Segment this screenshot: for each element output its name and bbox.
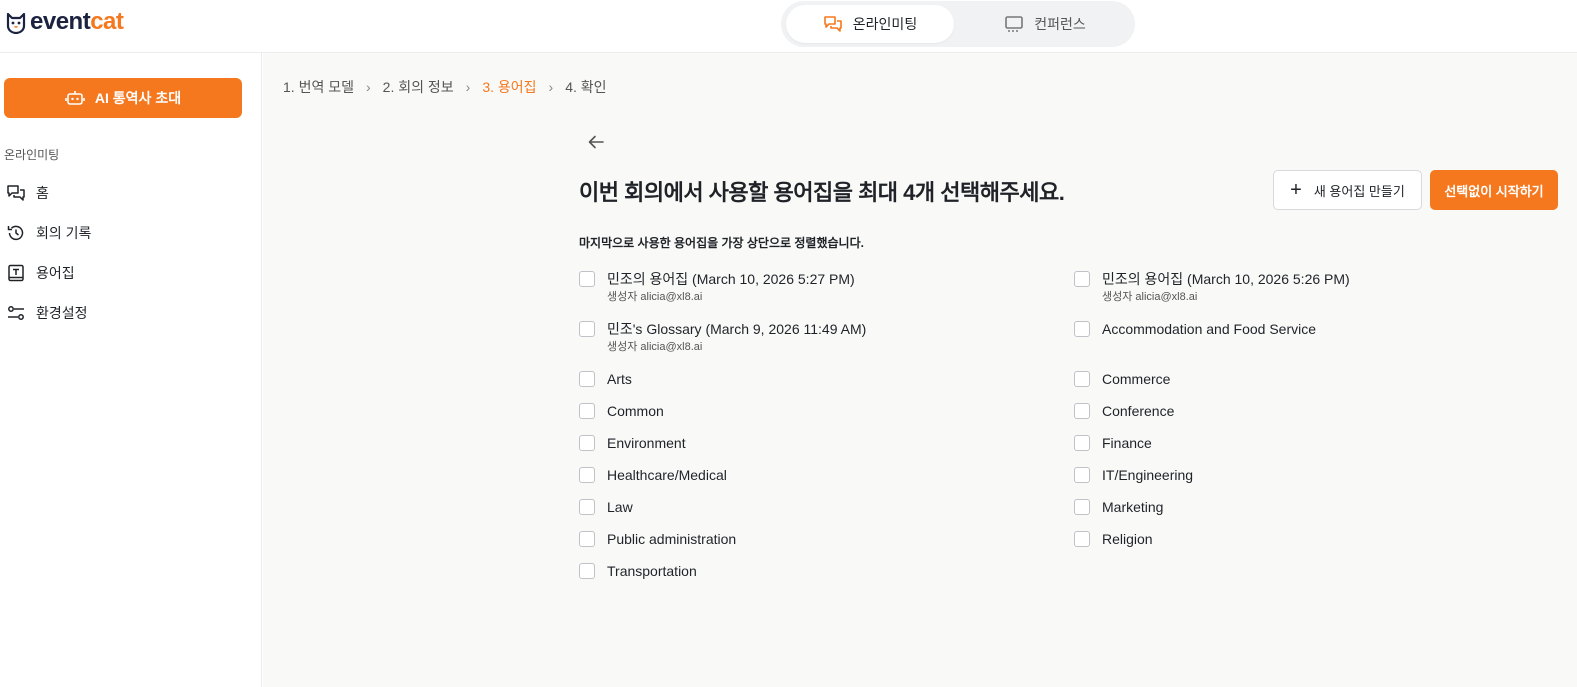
mode-conference-label: 컨퍼런스 — [1034, 16, 1086, 32]
sidebar-section-title: 온라인미팅 — [4, 148, 60, 162]
back-arrow-icon[interactable] — [585, 131, 607, 153]
chevron-right-icon: › — [465, 79, 471, 95]
glossary-checkbox[interactable] — [579, 563, 595, 579]
glossary-option[interactable]: 민조's Glossary (March 9, 2026 11:49 AM) 생성… — [579, 319, 866, 354]
chat-bubbles-icon — [7, 185, 25, 201]
glossary-option[interactable]: Law — [579, 497, 633, 517]
start-without-selection-button[interactable]: 선택없이 시작하기 — [1430, 170, 1558, 210]
breadcrumb-step-1[interactable]: 1. 번역 모델 — [283, 77, 354, 97]
sidebar-item-label: 환경설정 — [36, 305, 88, 321]
glossary-name: Accommodation and Food Service — [1102, 321, 1316, 337]
glossary-option[interactable]: Finance — [1074, 433, 1152, 453]
glossary-option[interactable]: Environment — [579, 433, 686, 453]
glossary-option[interactable]: Marketing — [1074, 497, 1163, 517]
glossary-option[interactable]: Accommodation and Food Service — [1074, 319, 1316, 339]
cat-logo-icon — [6, 12, 26, 34]
glossary-option[interactable]: Common — [579, 401, 664, 421]
glossary-name: Healthcare/Medical — [607, 467, 727, 483]
glossary-option[interactable]: Arts — [579, 369, 632, 389]
glossary-checkbox[interactable] — [1074, 531, 1090, 547]
glossary-checkbox[interactable] — [579, 403, 595, 419]
sidebar-item-home[interactable]: 홈 — [6, 181, 49, 205]
robot-icon — [65, 91, 85, 105]
glossary-checkbox[interactable] — [579, 531, 595, 547]
logo-text-cat: cat — [90, 8, 124, 35]
glossary-name: Conference — [1102, 403, 1175, 419]
glossary-name: Public administration — [607, 531, 737, 547]
new-glossary-button[interactable]: + 새 용어집 만들기 — [1273, 170, 1422, 210]
invite-ai-interpreter-button[interactable]: AI 통역사 초대 — [4, 78, 242, 118]
ai-button-label: AI 통역사 초대 — [94, 90, 182, 106]
glossary-option[interactable]: IT/Engineering — [1074, 465, 1193, 485]
mode-online-label: 온라인미팅 — [852, 16, 918, 32]
sidebar: AI 통역사 초대 온라인미팅 홈 회의 기록 용어집 환경설정 — [0, 53, 262, 687]
top-bar: event cat 온라인미팅 컨퍼런스 — [0, 0, 1577, 53]
sidebar-item-settings[interactable]: 환경설정 — [6, 301, 88, 325]
glossary-checkbox[interactable] — [579, 467, 595, 483]
glossary-checkbox[interactable] — [1074, 467, 1090, 483]
glossary-checkbox[interactable] — [1074, 271, 1090, 287]
glossary-option[interactable]: Public administration — [579, 529, 736, 549]
glossary-option[interactable]: 민조의 용어집 (March 10, 2026 5:26 PM) 생성자 alic… — [1074, 269, 1350, 304]
glossary-name: 민조's Glossary (March 9, 2026 11:49 AM) — [607, 321, 867, 337]
glossary-option[interactable]: Commerce — [1074, 369, 1170, 389]
glossary-checkbox[interactable] — [579, 435, 595, 451]
glossary-creator: 생성자 alicia@xl8.ai — [607, 341, 703, 353]
history-icon — [7, 225, 24, 241]
glossary-name: Arts — [607, 371, 632, 387]
new-glossary-label: 새 용어집 만들기 — [1313, 183, 1405, 199]
sidebar-item-glossary[interactable]: 용어집 — [6, 261, 75, 285]
glossary-name: Transportation — [607, 563, 697, 579]
breadcrumb-step-3[interactable]: 3. 용어집 — [482, 77, 536, 97]
glossary-name: IT/Engineering — [1102, 467, 1194, 483]
glossary-name: Marketing — [1102, 499, 1164, 515]
eventcat-logo[interactable]: event cat — [4, 8, 124, 36]
main-content: 1. 번역 모델 › 2. 회의 정보 › 3. 용어집 › 4. 확인 이번 … — [263, 53, 1577, 687]
chat-bubbles-icon — [823, 16, 842, 32]
monitor-icon — [1005, 16, 1024, 32]
mode-conference[interactable]: 컨퍼런스 — [961, 5, 1129, 43]
glossary-option[interactable]: Religion — [1074, 529, 1153, 549]
chevron-right-icon: › — [365, 79, 371, 95]
glossary-name: Common — [607, 403, 664, 419]
glossary-checkbox[interactable] — [1074, 499, 1090, 515]
glossary-name: Religion — [1102, 531, 1153, 547]
settings-sliders-icon — [8, 306, 24, 320]
plus-icon: + — [1290, 179, 1302, 201]
glossary-option[interactable]: Healthcare/Medical — [579, 465, 727, 485]
glossary-checkbox[interactable] — [1074, 371, 1090, 387]
glossary-creator: 생성자 alicia@xl8.ai — [607, 291, 703, 303]
glossary-name: Environment — [607, 435, 686, 451]
sidebar-item-label: 홈 — [36, 185, 49, 201]
glossary-option[interactable]: Transportation — [579, 561, 697, 581]
glossary-checkbox[interactable] — [579, 271, 595, 287]
breadcrumb-step-2[interactable]: 2. 회의 정보 — [383, 77, 454, 97]
mode-online-meeting[interactable]: 온라인미팅 — [786, 5, 954, 43]
glossary-creator: 생성자 alicia@xl8.ai — [1102, 291, 1198, 303]
chevron-right-icon: › — [548, 79, 554, 95]
sidebar-item-label: 회의 기록 — [36, 225, 92, 241]
glossary-checkbox[interactable] — [1074, 403, 1090, 419]
glossary-checkbox[interactable] — [1074, 321, 1090, 337]
page-title: 이번 회의에서 사용할 용어집을 최대 4개 선택해주세요. — [579, 180, 1065, 205]
page-subtitle: 마지막으로 사용한 용어집을 가장 상단으로 정렬했습니다. — [579, 236, 864, 250]
glossary-checkbox[interactable] — [579, 321, 595, 337]
sidebar-item-label: 용어집 — [36, 265, 75, 281]
glossary-option[interactable]: 민조의 용어집 (March 10, 2026 5:27 PM) 생성자 alic… — [579, 269, 855, 304]
glossary-checkbox[interactable] — [579, 371, 595, 387]
glossary-name: Law — [607, 499, 633, 515]
breadcrumb-step-4[interactable]: 4. 확인 — [565, 77, 606, 97]
mode-switch: 온라인미팅 컨퍼런스 — [781, 1, 1135, 47]
glossary-checkbox[interactable] — [1074, 435, 1090, 451]
glossary-checkbox[interactable] — [579, 499, 595, 515]
breadcrumb: 1. 번역 모델 › 2. 회의 정보 › 3. 용어집 › 4. 확인 — [283, 77, 607, 97]
sidebar-item-history[interactable]: 회의 기록 — [6, 221, 91, 245]
glossary-name: Commerce — [1102, 371, 1171, 387]
glossary-name: 민조의 용어집 (March 10, 2026 5:27 PM) — [607, 271, 855, 287]
glossary-name: Finance — [1102, 435, 1152, 451]
glossary-name: 민조의 용어집 (March 10, 2026 5:26 PM) — [1102, 271, 1350, 287]
glossary-book-icon — [8, 264, 24, 282]
logo-text-event: event — [30, 8, 91, 35]
glossary-option[interactable]: Conference — [1074, 401, 1174, 421]
